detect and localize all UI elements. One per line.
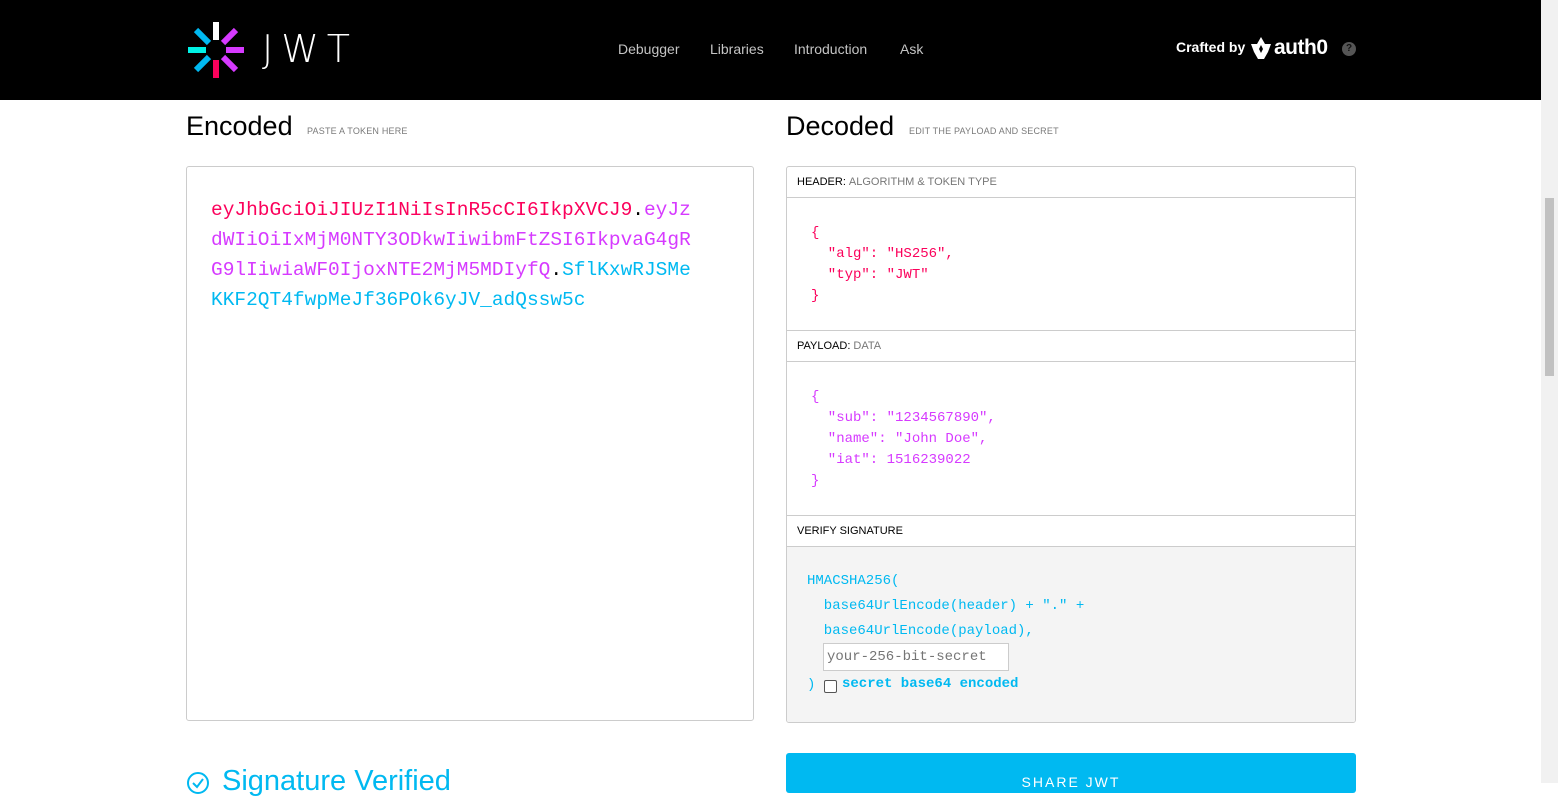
- crafted-by-label: Crafted by: [1176, 39, 1246, 55]
- encoded-subtitle: PASTE A TOKEN HERE: [307, 126, 408, 136]
- base64-checkbox[interactable]: [824, 680, 837, 693]
- close-paren: ): [807, 677, 816, 693]
- verify-code: HMACSHA256( base64UrlEncode(header) + ".…: [807, 573, 1085, 639]
- nav-introduction[interactable]: Introduction: [794, 41, 867, 57]
- header-json-editor[interactable]: { "alg": "HS256", "typ": "JWT" }: [811, 223, 954, 307]
- signature-verified-status: Signature Verified: [222, 765, 451, 797]
- check-circle-icon: [187, 772, 209, 794]
- payload-section-title: PAYLOAD: DATA: [787, 331, 1355, 362]
- question-circle-icon[interactable]: ?: [1342, 42, 1356, 56]
- encoded-token-text[interactable]: eyJhbGciOiJIUzI1NiIsInR5cCI6IkpXVCJ9.eyJ…: [211, 195, 691, 315]
- token-dot: .: [632, 199, 644, 221]
- payload-json-editor[interactable]: { "sub": "1234567890", "name": "John Doe…: [811, 387, 996, 492]
- secret-input[interactable]: [823, 643, 1009, 671]
- nav-libraries[interactable]: Libraries: [710, 41, 764, 57]
- page-scrollbar[interactable]: [1541, 0, 1558, 783]
- header-label: HEADER:: [797, 176, 846, 188]
- encoded-token-textarea[interactable]: eyJhbGciOiJIUzI1NiIsInR5cCI6IkpXVCJ9.eyJ…: [186, 166, 754, 721]
- base64-checkbox-label[interactable]: secret base64 encoded: [842, 676, 1018, 692]
- top-navigation-bar: JWT Debugger Libraries Introduction Ask …: [0, 0, 1541, 100]
- header-section-title: HEADER: ALGORITHM & TOKEN TYPE: [787, 167, 1355, 198]
- payload-label: PAYLOAD:: [797, 340, 851, 352]
- token-dot: .: [550, 259, 563, 281]
- scrollbar-thumb[interactable]: [1545, 198, 1554, 376]
- verify-section-title: VERIFY SIGNATURE: [787, 516, 1355, 547]
- verify-signature-body: HMACSHA256( base64UrlEncode(header) + ".…: [787, 547, 1355, 722]
- encoded-title: Encoded: [186, 111, 293, 141]
- share-jwt-button[interactable]: SHARE JWT: [786, 753, 1356, 793]
- nav-debugger[interactable]: Debugger: [618, 41, 680, 57]
- payload-sublabel: DATA: [853, 340, 882, 352]
- jwt-logo-icon[interactable]: [186, 20, 246, 80]
- decoded-panel: HEADER: ALGORITHM & TOKEN TYPE { "alg": "…: [786, 166, 1356, 723]
- decoded-title: Decoded: [786, 111, 895, 141]
- auth0-star-icon: [1251, 37, 1271, 59]
- header-sublabel: ALGORITHM & TOKEN TYPE: [848, 176, 997, 188]
- token-header-part: eyJhbGciOiJIUzI1NiIsInR5cCI6IkpXVCJ9: [211, 199, 633, 221]
- logo-wordmark[interactable]: JWT: [262, 27, 358, 71]
- auth0-wordmark: auth0: [1274, 36, 1328, 59]
- nav-ask[interactable]: Ask: [900, 41, 923, 57]
- decoded-subtitle: EDIT THE PAYLOAD AND SECRET: [909, 126, 1059, 136]
